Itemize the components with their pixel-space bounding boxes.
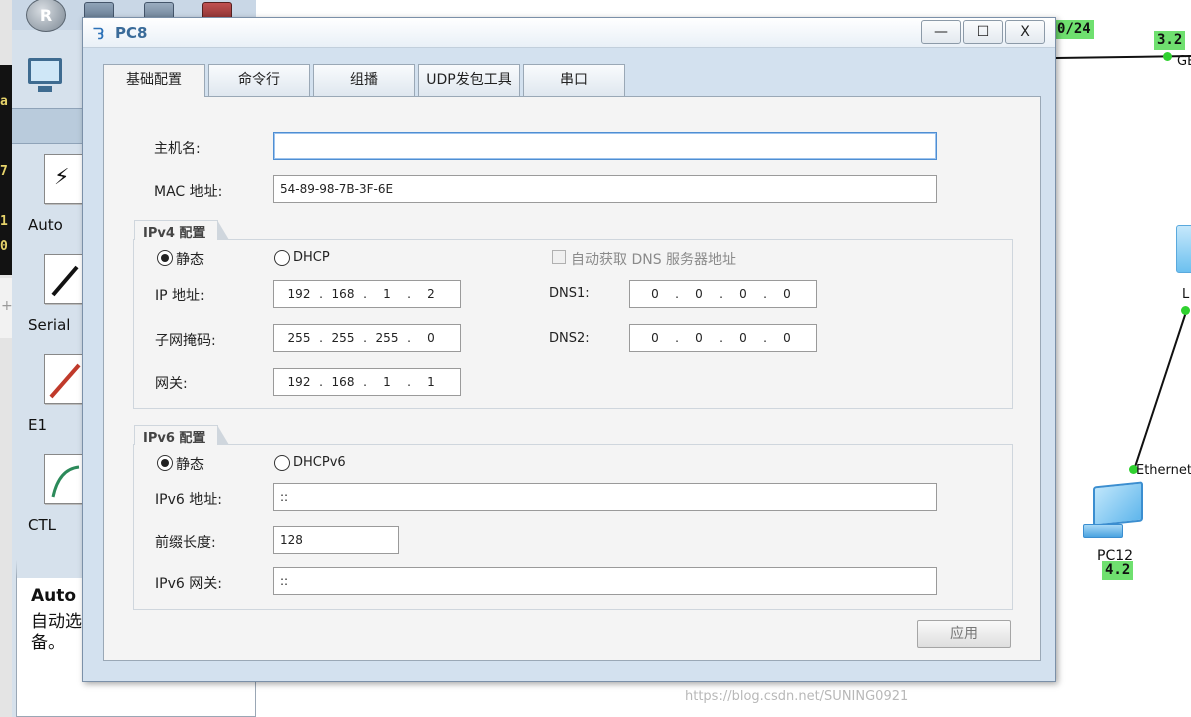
pc-device-icon[interactable] [1083, 481, 1149, 542]
mask-octet: 255 [331, 331, 355, 345]
close-button[interactable]: X [1005, 20, 1045, 44]
port-dot [1163, 52, 1172, 61]
gateway-octet: 168 [331, 375, 355, 389]
maximize-button[interactable]: ☐ [963, 20, 1003, 44]
ipv4-dhcp-radio[interactable] [274, 250, 290, 266]
ipv4-static-radio[interactable] [157, 250, 173, 266]
plus-icon[interactable]: + [1, 298, 13, 314]
device-label: L [1182, 287, 1190, 302]
dns1-octet: 0 [783, 287, 791, 301]
dns1-input[interactable]: 0. 0. 0. 0 [629, 280, 817, 308]
tab-udp-tool[interactable]: UDP发包工具 [418, 64, 520, 96]
gateway-octet: 1 [427, 375, 435, 389]
subnet-mask-label: 子网掩码: [155, 333, 216, 349]
tab-serial[interactable]: 串口 [523, 64, 625, 96]
ipv6-group-title: IPv6 配置 [143, 431, 206, 446]
watermark: https://blog.csdn.net/SUNING0921 [685, 689, 909, 704]
link-line [1133, 311, 1187, 471]
ip-address-input[interactable]: 192. 168. 1. 2 [273, 280, 461, 308]
ctl-cable-icon[interactable] [44, 454, 84, 504]
ipv6-gateway-label: IPv6 网关: [155, 576, 222, 592]
ipv4-group-tab: IPv4 配置 [134, 220, 229, 241]
dns1-octet: 0 [695, 287, 703, 301]
tab-multicast[interactable]: 组播 [313, 64, 415, 96]
tab-basic-config[interactable]: 基础配置 [103, 64, 205, 97]
console-char: 0 [0, 239, 8, 254]
ipv6-static-radio[interactable] [157, 455, 173, 471]
dns1-label: DNS1: [549, 286, 590, 301]
ipv6-dhcp-radio[interactable] [274, 455, 290, 471]
mac-label: MAC 地址: [154, 184, 223, 200]
ipv4-config-group: IPv4 配置 静态 DHCP 自动获取 DNS 服务器地址 IP 地址: 19… [133, 220, 1013, 409]
gateway-octet: 1 [383, 375, 391, 389]
auto-dns-checkbox[interactable] [552, 250, 566, 264]
dns2-octet: 0 [651, 331, 659, 345]
minimize-button[interactable]: — [921, 20, 961, 44]
console-char: 1 [0, 214, 8, 229]
dns2-octet: 0 [783, 331, 791, 345]
console-fragment: a 7 1 0 [0, 65, 12, 275]
prefix-length-input[interactable]: 128 [273, 526, 399, 554]
console-char: a [0, 94, 8, 109]
ipv6-group-tab: IPv6 配置 [134, 425, 229, 446]
dns2-input[interactable]: 0. 0. 0. 0 [629, 324, 817, 352]
serial-cable-icon[interactable] [44, 254, 84, 304]
ipv6-address-label: IPv6 地址: [155, 492, 222, 508]
close-icon: X [1020, 24, 1030, 40]
gateway-input[interactable]: 192. 168. 1. 1 [273, 368, 461, 396]
switch-device-icon[interactable] [1176, 225, 1191, 273]
dns2-octet: 0 [695, 331, 703, 345]
terminal-category-icon[interactable] [28, 58, 64, 96]
ipv4-static-label: 静态 [176, 252, 204, 268]
apply-button[interactable]: 应用 [917, 620, 1011, 648]
ip-address-label: IP 地址: [155, 288, 205, 304]
port-label: Ethernet [1136, 463, 1191, 478]
mac-field[interactable]: 54-89-98-7B-3F-6E [273, 175, 937, 203]
auto-cable-icon[interactable]: ⚡ [44, 154, 84, 204]
description-title: Auto [31, 586, 77, 606]
basic-config-panel: 主机名: MAC 地址: 54-89-98-7B-3F-6E IPv4 配置 静… [103, 96, 1041, 661]
ipv6-gateway-input[interactable]: :: [273, 567, 937, 595]
port-dot [1181, 306, 1190, 315]
minimize-icon: — [934, 24, 948, 40]
ipv4-group-title: IPv4 配置 [143, 226, 206, 241]
collapse-strip: + [0, 278, 13, 338]
ipv6-dhcp-label: DHCPv6 [293, 455, 346, 470]
ipv4-dhcp-label: DHCP [293, 250, 330, 265]
ipv6-config-group: IPv6 配置 静态 DHCPv6 IPv6 地址: :: 前缀长度: 128 … [133, 425, 1013, 610]
ip-octet: 2 [427, 287, 435, 301]
e1-cable-icon[interactable] [44, 354, 84, 404]
console-char: 7 [0, 164, 8, 179]
maximize-icon: ☐ [976, 24, 990, 40]
dialog-title: PC8 [115, 24, 148, 42]
dns1-octet: 0 [651, 287, 659, 301]
ip-octet: 192 [287, 287, 311, 301]
link-label: 3.2 [1154, 31, 1186, 50]
dns1-octet: 0 [739, 287, 747, 301]
dns2-octet: 0 [739, 331, 747, 345]
prefix-length-label: 前缀长度: [155, 535, 216, 551]
ip-octet: 168 [331, 287, 355, 301]
mask-octet: 0 [427, 331, 435, 345]
subnet-mask-input[interactable]: 255. 255. 255. 0 [273, 324, 461, 352]
gateway-label: 网关: [155, 376, 188, 392]
hostname-input[interactable] [273, 132, 937, 160]
pc-app-icon: ᘊ [93, 25, 104, 43]
auto-dns-label: 自动获取 DNS 服务器地址 [571, 252, 737, 268]
title-bar[interactable]: ᘊ PC8 — ☐ X [83, 18, 1055, 48]
ip-octet: 1 [383, 287, 391, 301]
pc-config-dialog: ᘊ PC8 — ☐ X 基础配置 命令行 组播 UDP发包工具 串口 主机名: … [82, 17, 1056, 682]
port-label: GE [1177, 54, 1191, 69]
ipv6-static-label: 静态 [176, 457, 204, 473]
hostname-label: 主机名: [154, 141, 201, 157]
router-icon[interactable]: R [26, 0, 66, 32]
gateway-octet: 192 [287, 375, 311, 389]
link-label: 4.2 [1102, 561, 1134, 580]
dns2-label: DNS2: [549, 331, 590, 346]
mask-octet: 255 [375, 331, 399, 345]
link-label: 0/24 [1054, 20, 1094, 39]
mask-octet: 255 [287, 331, 311, 345]
ipv6-address-input[interactable]: :: [273, 483, 937, 511]
tab-command-line[interactable]: 命令行 [208, 64, 310, 96]
